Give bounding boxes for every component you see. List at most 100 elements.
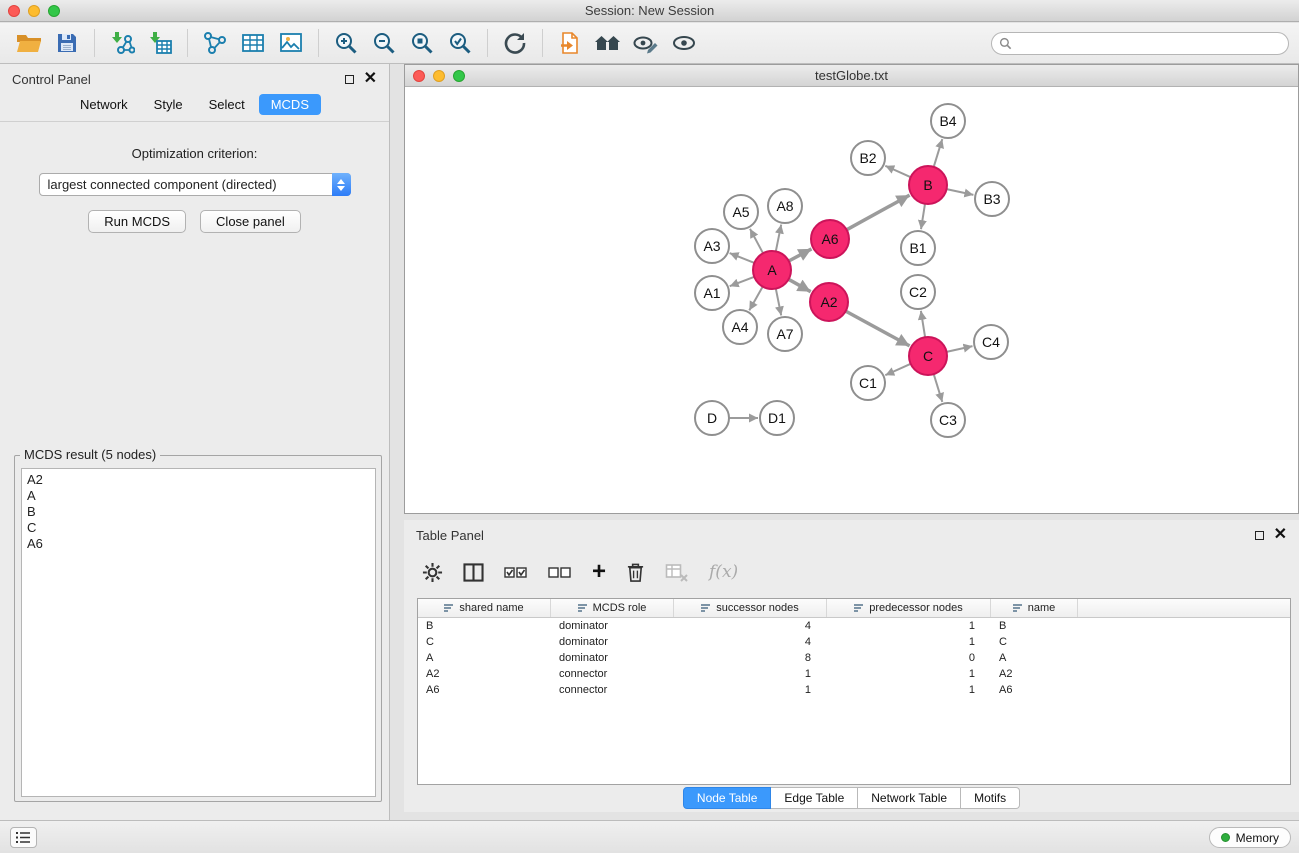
bird-view-button[interactable] xyxy=(665,26,703,60)
tab-mcds[interactable]: MCDS xyxy=(259,94,321,115)
node-A4[interactable]: A4 xyxy=(723,310,757,344)
node-B2[interactable]: B2 xyxy=(851,141,885,175)
run-mcds-button[interactable]: Run MCDS xyxy=(88,210,186,233)
node-C3[interactable]: C3 xyxy=(931,403,965,437)
column-header-MCDS-role[interactable]: MCDS role xyxy=(551,599,674,617)
node-A[interactable]: A xyxy=(753,251,791,289)
column-header-predecessor-nodes[interactable]: predecessor nodes xyxy=(827,599,991,617)
result-item[interactable]: A6 xyxy=(27,536,370,552)
eye-pencil-icon xyxy=(633,31,659,55)
node-C[interactable]: C xyxy=(909,337,947,375)
window-controls xyxy=(8,5,60,17)
table-row[interactable]: A6connector11A6 xyxy=(418,682,1290,698)
save-session-button[interactable] xyxy=(48,26,86,60)
add-column-button[interactable]: + xyxy=(592,562,606,582)
edge-A-A8 xyxy=(776,225,781,252)
mcds-result-list[interactable]: A2ABCA6 xyxy=(21,468,376,797)
optimization-select[interactable]: largest connected component (directed) xyxy=(39,173,351,196)
node-A5[interactable]: A5 xyxy=(724,195,758,229)
graphics-details-button[interactable] xyxy=(627,26,665,60)
zoom-traffic-light[interactable] xyxy=(48,5,60,17)
close-panel-icon[interactable]: ✕ xyxy=(364,73,377,85)
table-cell: 1 xyxy=(827,636,991,648)
table-cell: A xyxy=(991,652,1078,664)
node-B3[interactable]: B3 xyxy=(975,182,1009,216)
new-table-button[interactable] xyxy=(234,26,272,60)
column-header-name[interactable]: name xyxy=(991,599,1078,617)
node-A8[interactable]: A8 xyxy=(768,189,802,223)
show-columns-button[interactable] xyxy=(463,563,484,582)
function-builder-button[interactable]: f(x) xyxy=(709,562,738,582)
node-D[interactable]: D xyxy=(695,401,729,435)
import-table-button[interactable] xyxy=(141,26,179,60)
memory-button[interactable]: Memory xyxy=(1209,827,1291,848)
table-cell: 1 xyxy=(827,668,991,680)
node-A1[interactable]: A1 xyxy=(695,276,729,310)
export-image-button[interactable] xyxy=(272,26,310,60)
zoom-out-button[interactable] xyxy=(365,26,403,60)
node-A6[interactable]: A6 xyxy=(811,220,849,258)
zoom-traffic-light[interactable] xyxy=(453,70,465,82)
result-item[interactable]: A xyxy=(27,488,370,504)
tab-network-table[interactable]: Network Table xyxy=(858,787,961,809)
tab-node-table[interactable]: Node Table xyxy=(683,787,772,809)
toolbar-separator xyxy=(187,29,188,57)
new-network-button[interactable] xyxy=(196,26,234,60)
tab-style[interactable]: Style xyxy=(142,94,195,115)
minimize-traffic-light[interactable] xyxy=(28,5,40,17)
result-item[interactable]: C xyxy=(27,520,370,536)
deselect-all-button[interactable] xyxy=(548,564,572,581)
float-panel-icon[interactable] xyxy=(1255,531,1264,540)
node-label: A xyxy=(767,262,777,278)
task-history-button[interactable] xyxy=(10,827,37,848)
refresh-button[interactable] xyxy=(496,26,534,60)
table-row[interactable]: A2connector11A2 xyxy=(418,666,1290,682)
zoom-fit-button[interactable] xyxy=(403,26,441,60)
zoom-in-button[interactable] xyxy=(327,26,365,60)
edge-A-A1 xyxy=(730,277,755,286)
select-stepper-icon xyxy=(332,173,351,196)
table-row[interactable]: Adominator80A xyxy=(418,650,1290,666)
column-header-successor-nodes[interactable]: successor nodes xyxy=(674,599,827,617)
tab-edge-table[interactable]: Edge Table xyxy=(771,787,858,809)
node-A7[interactable]: A7 xyxy=(768,317,802,351)
zoom-selected-button[interactable] xyxy=(441,26,479,60)
open-session-button[interactable] xyxy=(10,26,48,60)
delete-table-button[interactable] xyxy=(665,562,689,582)
node-C1[interactable]: C1 xyxy=(851,366,885,400)
home-button[interactable] xyxy=(589,26,627,60)
network-canvas[interactable]: B4 B2 B B3 A5 A8 A6 B1 A3 A C2 A1 A2 A4 A7 C4 C C1 C3 D D1 xyxy=(405,87,1298,513)
node-C4[interactable]: C4 xyxy=(974,325,1008,359)
node-B4[interactable]: B4 xyxy=(931,104,965,138)
float-panel-icon[interactable] xyxy=(345,75,354,84)
node-C2[interactable]: C2 xyxy=(901,275,935,309)
node-A2[interactable]: A2 xyxy=(810,283,848,321)
tab-network[interactable]: Network xyxy=(68,94,140,115)
result-item[interactable]: A2 xyxy=(27,472,370,488)
table-row[interactable]: Bdominator41B xyxy=(418,618,1290,634)
tab-motifs[interactable]: Motifs xyxy=(961,787,1020,809)
edge-A-A7 xyxy=(776,289,781,316)
open-file-button[interactable] xyxy=(551,26,589,60)
close-panel-icon[interactable]: ✕ xyxy=(1274,529,1287,541)
result-item[interactable]: B xyxy=(27,504,370,520)
column-header-shared-name[interactable]: shared name xyxy=(418,599,551,617)
node-A3[interactable]: A3 xyxy=(695,229,729,263)
import-network-button[interactable] xyxy=(103,26,141,60)
search-input[interactable] xyxy=(991,32,1289,55)
close-panel-button[interactable]: Close panel xyxy=(200,210,301,233)
close-traffic-light[interactable] xyxy=(413,70,425,82)
application-window: Session: New Session xyxy=(0,0,1299,853)
select-all-button[interactable] xyxy=(504,564,528,581)
node-B[interactable]: B xyxy=(909,166,947,204)
close-traffic-light[interactable] xyxy=(8,5,20,17)
node-B1[interactable]: B1 xyxy=(901,231,935,265)
edge-A-A2 xyxy=(789,279,811,291)
tab-select[interactable]: Select xyxy=(197,94,257,115)
table-settings-button[interactable] xyxy=(422,562,443,583)
node-D1[interactable]: D1 xyxy=(760,401,794,435)
delete-column-button[interactable] xyxy=(626,562,645,583)
minimize-traffic-light[interactable] xyxy=(433,70,445,82)
zoom-out-icon xyxy=(372,31,396,55)
table-row[interactable]: Cdominator41C xyxy=(418,634,1290,650)
